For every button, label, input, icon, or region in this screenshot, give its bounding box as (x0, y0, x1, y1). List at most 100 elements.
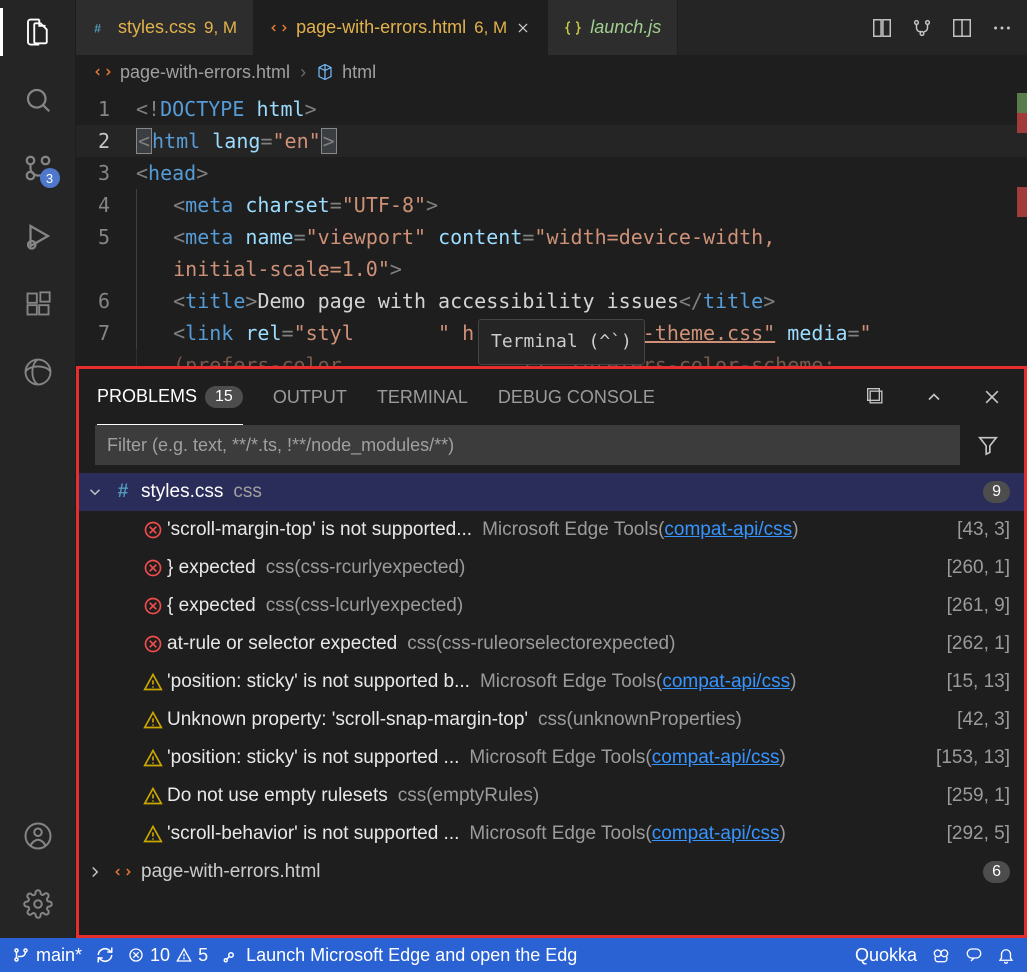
problem-position: [260, 1] (937, 557, 1010, 579)
file-name: page-with-errors.html (141, 861, 321, 883)
collapse-all-icon[interactable] (862, 383, 890, 411)
css-file-icon: # (92, 19, 110, 37)
problem-source: Microsoft Edge Tools(compat-api/css) (469, 823, 785, 845)
panel-tab-terminal[interactable]: TERMINAL (377, 369, 468, 425)
problem-source: Microsoft Edge Tools(compat-api/css) (480, 671, 796, 693)
problem-row[interactable]: { expected css(css-lcurlyexpected) [261,… (79, 587, 1024, 625)
status-copilot-icon[interactable] (931, 945, 951, 965)
problem-source: Microsoft Edge Tools(compat-api/css) (482, 519, 798, 541)
html-file-icon (94, 63, 112, 81)
accounts-icon[interactable] (14, 812, 62, 860)
edge-icon[interactable] (14, 348, 62, 396)
panel-tab-output[interactable]: OUTPUT (273, 369, 347, 425)
file-problem-count: 9 (983, 481, 1010, 503)
tab-modified-indicator: 6, M (474, 18, 507, 38)
file-problem-count: 6 (983, 861, 1010, 883)
problem-row[interactable]: 'position: sticky' is not supported ... … (79, 739, 1024, 777)
problem-position: [261, 9] (937, 595, 1010, 617)
explorer-icon[interactable] (14, 8, 62, 56)
breadcrumb-label: page-with-errors.html (120, 62, 290, 83)
breadcrumb-label: html (342, 62, 376, 83)
problems-panel: PROBLEMS 15 OUTPUT TERMINAL DEBUG CONSOL… (76, 366, 1027, 938)
status-branch[interactable]: main* (12, 945, 82, 966)
problem-position: [15, 13] (937, 671, 1010, 693)
problem-position: [259, 1] (937, 785, 1010, 807)
source-control-icon[interactable]: 3 (14, 144, 62, 192)
panel-tab-debug[interactable]: DEBUG CONSOLE (498, 369, 655, 425)
problem-position: [153, 13] (926, 747, 1010, 769)
code-editor[interactable]: 1<!DOCTYPE html> 2<html lang="en"> 3<hea… (76, 89, 1027, 366)
more-icon[interactable] (989, 15, 1015, 41)
git-icon[interactable] (909, 15, 935, 41)
svg-text:#: # (94, 21, 101, 35)
tab-label: styles.css (118, 17, 196, 38)
problem-message: } expected (167, 557, 256, 579)
tab-bar: # styles.css 9, M page-with-errors.html … (76, 0, 1027, 55)
error-icon (139, 596, 167, 616)
breadcrumb[interactable]: page-with-errors.html › html (76, 55, 1027, 89)
status-errors[interactable]: 10 5 (128, 945, 208, 966)
status-feedback-icon[interactable] (965, 946, 983, 964)
tab-launch-json[interactable]: launch.js (548, 0, 678, 55)
panel-tab-problems[interactable]: PROBLEMS 15 (97, 369, 243, 425)
problem-position: [262, 1] (937, 633, 1010, 655)
status-quokka[interactable]: Quokka (855, 945, 917, 966)
overview-ruler (1017, 93, 1027, 153)
file-icon: # (111, 481, 135, 503)
file-icon (111, 863, 135, 881)
problem-source: css(emptyRules) (398, 785, 539, 807)
tab-modified-indicator: 9, M (204, 18, 237, 38)
html-file-icon (270, 19, 288, 37)
compare-icon[interactable] (869, 15, 895, 41)
file-type: css (233, 481, 262, 503)
status-sync-icon[interactable] (96, 946, 114, 964)
problem-link[interactable]: compat-api/css (652, 747, 780, 768)
tab-label: page-with-errors.html (296, 17, 466, 38)
chevron-up-icon[interactable] (920, 383, 948, 411)
activity-bar: 3 (0, 0, 76, 938)
problems-file-row[interactable]: # styles.css css 9 (79, 473, 1024, 511)
error-icon (139, 634, 167, 654)
tab-styles-css[interactable]: # styles.css 9, M (76, 0, 254, 55)
tab-page-with-errors[interactable]: page-with-errors.html 6, M (254, 0, 548, 55)
problem-source: css(css-rcurlyexpected) (266, 557, 466, 579)
status-launch[interactable]: Launch Microsoft Edge and open the Edg (222, 945, 841, 966)
problem-message: Do not use empty rulesets (167, 785, 388, 807)
problem-row[interactable]: 'scroll-behavior' is not supported ... M… (79, 815, 1024, 853)
problem-link[interactable]: compat-api/css (662, 671, 790, 692)
run-debug-icon[interactable] (14, 212, 62, 260)
settings-gear-icon[interactable] (14, 880, 62, 928)
problem-row[interactable]: Unknown property: 'scroll-snap-margin-to… (79, 701, 1024, 739)
filter-icon[interactable] (968, 425, 1008, 465)
status-bell-icon[interactable] (997, 946, 1015, 964)
problem-row[interactable]: 'position: sticky' is not supported b...… (79, 663, 1024, 701)
split-editor-icon[interactable] (949, 15, 975, 41)
hover-tooltip: Terminal (^`) (478, 319, 645, 365)
extensions-icon[interactable] (14, 280, 62, 328)
warn-icon (139, 786, 167, 806)
warn-icon (139, 672, 167, 692)
error-icon (139, 558, 167, 578)
problem-message: 'scroll-behavior' is not supported ... (167, 823, 459, 845)
problems-filter-input[interactable] (95, 425, 960, 465)
warn-icon (139, 748, 167, 768)
problem-source: css(css-ruleorselectorexpected) (407, 633, 675, 655)
warn-icon (139, 824, 167, 844)
problem-row[interactable]: } expected css(css-rcurlyexpected) [260,… (79, 549, 1024, 587)
problem-source: css(unknownProperties) (538, 709, 742, 731)
problem-row[interactable]: 'scroll-margin-top' is not supported... … (79, 511, 1024, 549)
twisty-icon (79, 483, 111, 501)
close-panel-icon[interactable] (978, 383, 1006, 411)
problem-row[interactable]: at-rule or selector expected css(css-rul… (79, 625, 1024, 663)
search-icon[interactable] (14, 76, 62, 124)
problem-position: [42, 3] (947, 709, 1010, 731)
close-icon[interactable] (515, 20, 531, 36)
problem-message: 'position: sticky' is not supported b... (167, 671, 470, 693)
problem-link[interactable]: compat-api/css (652, 823, 780, 844)
json-file-icon (564, 19, 582, 37)
error-icon (139, 520, 167, 540)
problem-link[interactable]: compat-api/css (664, 519, 792, 540)
problems-file-row[interactable]: page-with-errors.html 6 (79, 853, 1024, 891)
problem-row[interactable]: Do not use empty rulesets css(emptyRules… (79, 777, 1024, 815)
problem-message: Unknown property: 'scroll-snap-margin-to… (167, 709, 528, 731)
